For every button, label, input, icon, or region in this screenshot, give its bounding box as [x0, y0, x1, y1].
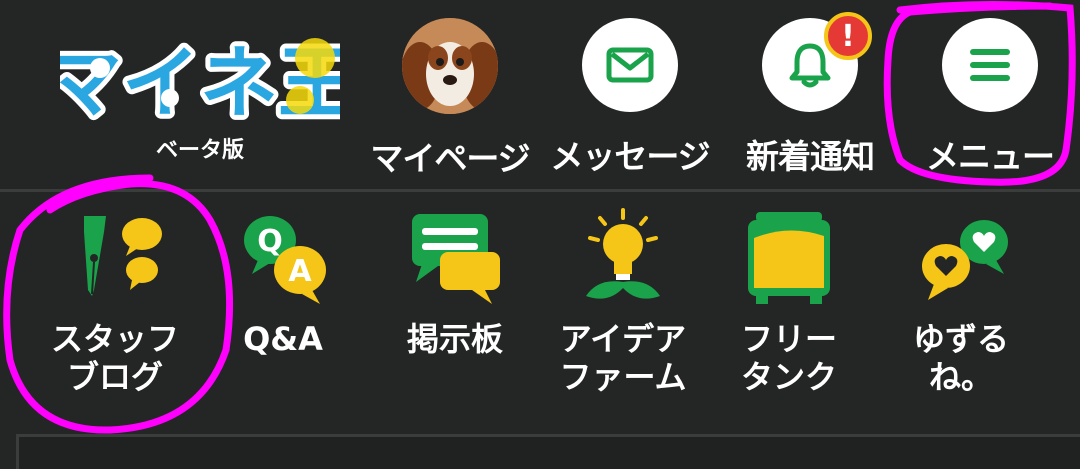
nav-message[interactable]: メッセージ	[542, 18, 718, 178]
nav-mypage-label: マイページ	[370, 139, 530, 178]
category-staff-blog[interactable]: スタッフ ブログ	[40, 208, 190, 408]
mineo-logo[interactable]: マイネ王 マイネ王 ベータ版	[60, 28, 340, 168]
category-yuzurune-label: ゆずるね。	[912, 320, 1009, 396]
lightbulb-icon	[586, 208, 660, 299]
nav-menu-label: メニュー	[926, 137, 1055, 176]
category-board[interactable]: 掲示板	[380, 208, 530, 408]
nav-message-label: メッセージ	[550, 137, 710, 176]
pen-chat-icon	[84, 216, 162, 296]
nav-notification-label: 新着通知	[746, 137, 875, 176]
dog-avatar-icon	[402, 18, 498, 114]
qa-bubbles-icon: Q A	[244, 216, 326, 304]
category-idea-farm[interactable]: アイデア ファーム	[548, 208, 698, 408]
category-board-label: 掲示板	[406, 320, 503, 358]
nav-menu[interactable]: メニュー	[902, 18, 1078, 178]
category-staff-blog-label: スタッフ ブログ	[50, 320, 179, 396]
category-qa-label: Q&A	[243, 320, 323, 358]
tank-icon	[748, 212, 830, 304]
category-idea-farm-label: アイデア ファーム	[559, 320, 687, 396]
category-qa[interactable]: Q A Q&A	[208, 208, 358, 408]
message-icon-circle	[582, 18, 678, 112]
board-bubbles-icon	[412, 214, 500, 304]
menu-icon-circle	[942, 18, 1038, 112]
header-divider	[0, 189, 1080, 192]
logo-image: マイネ王 マイネ王	[60, 34, 340, 128]
bell-icon	[789, 43, 831, 88]
content-panel	[16, 434, 1080, 469]
logo-beta-label: ベータ版	[155, 138, 244, 163]
hamburger-icon	[970, 49, 1010, 81]
svg-text:A: A	[288, 254, 312, 289]
envelope-icon	[606, 47, 654, 83]
svg-text:Q: Q	[257, 224, 283, 259]
heart-bubbles-icon	[922, 220, 1008, 300]
nav-mypage[interactable]: マイページ	[362, 18, 538, 178]
mineo-app-screen: マイネ王 マイネ王 ベータ版 マイページ メッセージ ! 新着通知 メニュー ス…	[0, 0, 1080, 469]
nav-notification[interactable]: ! 新着通知	[722, 12, 898, 178]
top-header: マイネ王 マイネ王 ベータ版 マイページ メッセージ ! 新着通知 メニュー	[0, 0, 1080, 192]
avatar	[402, 18, 498, 114]
alert-badge: !	[824, 12, 872, 60]
category-free-tank-label: フリー タンク	[740, 320, 837, 396]
category-yuzurune[interactable]: ゆずるね。	[886, 208, 1036, 408]
notification-icon-circle: !	[762, 12, 872, 112]
category-free-tank[interactable]: フリー タンク	[714, 208, 864, 408]
